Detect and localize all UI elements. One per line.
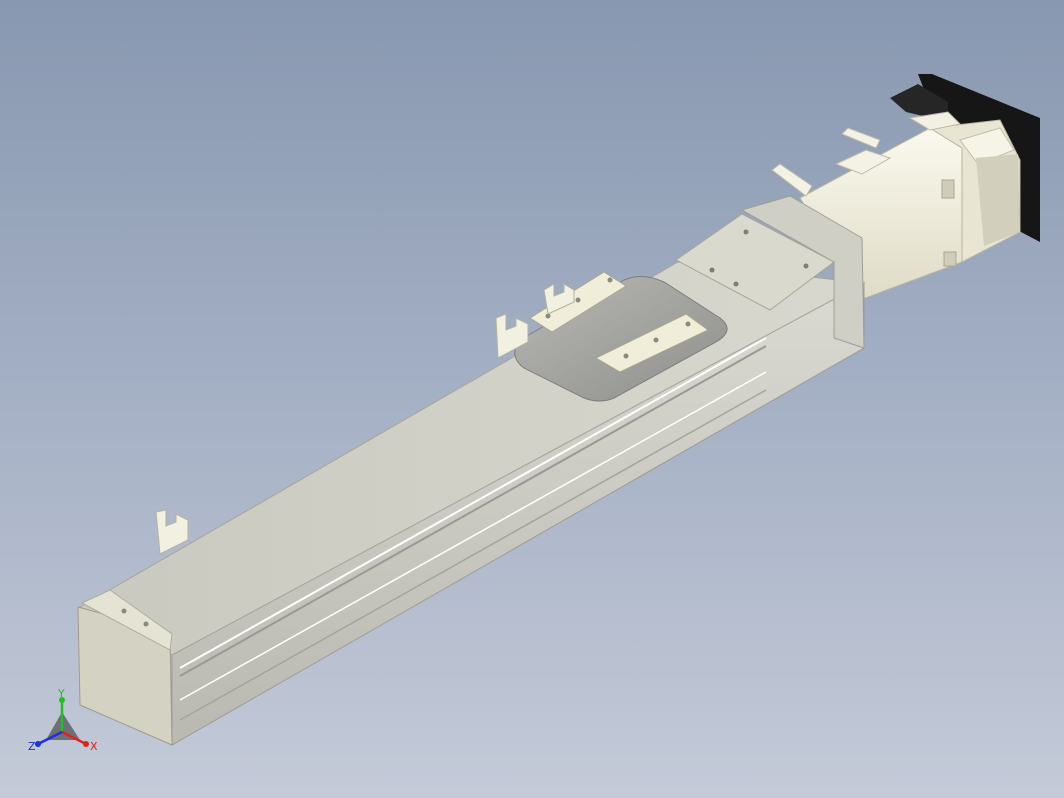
cad-viewport[interactable]: Y X Z [0, 0, 1064, 798]
y-axis-label: Y [57, 687, 65, 700]
model-view[interactable]: Y X Z [0, 0, 1064, 798]
actuator-rail [77, 261, 866, 746]
x-axis-label: X [90, 740, 98, 753]
z-axis-label: Z [28, 740, 36, 753]
